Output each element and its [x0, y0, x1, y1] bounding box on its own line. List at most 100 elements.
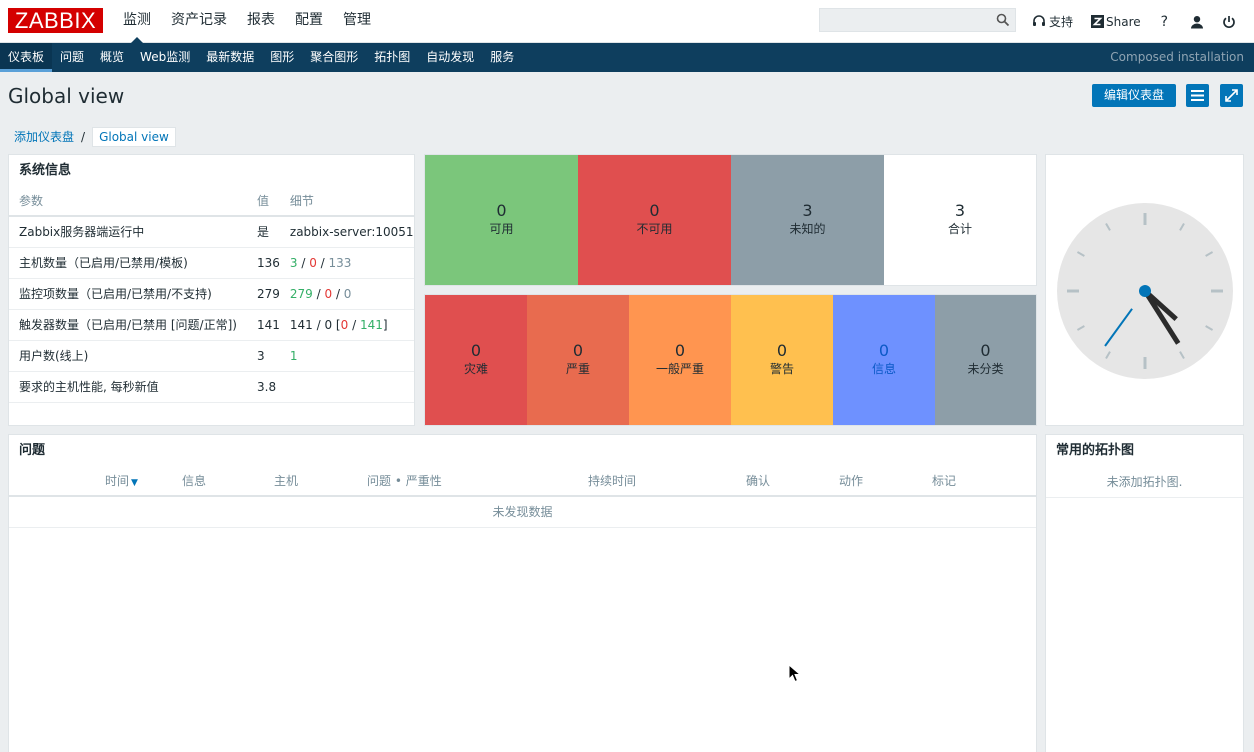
details-part: /: [348, 317, 360, 332]
param-cell: 监控项数量（已启用/已禁用/不支持): [9, 278, 247, 310]
submenu-services[interactable]: 服务: [482, 43, 522, 72]
severity-count: 0: [572, 341, 584, 360]
details-part: /: [316, 255, 329, 270]
details-part: 0: [309, 255, 317, 270]
menu-configuration[interactable]: 配置: [285, 0, 333, 43]
details-part: 141 / 0 [: [289, 317, 341, 332]
top-bar: ZABBIX 监测 资产记录 报表 配置 管理 支持 Share ?: [0, 0, 1254, 44]
col-info: 信息: [182, 466, 274, 497]
details-cell: [279, 371, 414, 403]
details-part: 279: [289, 286, 313, 301]
severity-tile[interactable]: 0 未分类: [935, 295, 1036, 425]
submenu-graphs[interactable]: 图形: [262, 43, 302, 72]
problems-empty-message: 未发现数据: [9, 497, 1036, 528]
host-availability-widget: 0 可用 0 不可用 3 未知的 3 合计: [424, 154, 1037, 286]
share-z-icon: [1091, 15, 1105, 28]
value-cell: 141: [247, 309, 280, 341]
severity-count: 0: [776, 341, 788, 360]
search-box: [819, 8, 1016, 32]
host-availability-tile[interactable]: 0 可用: [425, 155, 578, 285]
host-availability-label: 不可用: [636, 222, 673, 236]
value-cell: 136: [247, 247, 280, 279]
headset-icon: [1033, 14, 1045, 26]
dashboard-actions-button[interactable]: [1186, 84, 1209, 107]
help-link[interactable]: ?: [1161, 14, 1168, 30]
severity-count: 0: [674, 341, 686, 360]
menu-administration[interactable]: 管理: [333, 0, 381, 43]
col-time[interactable]: 时间 ▼: [105, 466, 182, 497]
col-host[interactable]: 主机: [274, 466, 367, 497]
system-info-row: 要求的主机性能, 每秒新值 3.8: [9, 371, 414, 403]
col-tags: 标记: [932, 466, 1036, 497]
breadcrumb-current[interactable]: Global view: [92, 126, 176, 147]
problems-table: 时间 ▼ 信息 主机 问题 • 严重性 持续时间 确认 动作 标记: [9, 466, 1036, 497]
user-icon: [1191, 15, 1204, 28]
host-availability-count: 0: [496, 201, 507, 220]
col-problem-severity[interactable]: 问题 • 严重性: [367, 466, 588, 497]
details-part: /: [297, 255, 310, 270]
system-info-row: 监控项数量（已启用/已禁用/不支持) 279 279 / 0 / 0: [9, 278, 414, 310]
search-icon[interactable]: [996, 13, 1010, 27]
submenu-screens[interactable]: 聚合图形: [302, 43, 366, 72]
severity-count: 0: [980, 341, 991, 360]
problems-widget: 问题 时间 ▼ 信息 主机 问题 • 严重性 持续时间 确认 动作 标记 未发现数…: [8, 434, 1037, 752]
severity-label: 信息: [871, 362, 896, 376]
details-cell: 3 / 0 / 133: [279, 247, 414, 279]
severity-tile[interactable]: 0 一般严重: [629, 295, 731, 425]
breadcrumb-dashboards-link[interactable]: 添加仪表盘: [8, 128, 80, 145]
system-info-widget: 系统信息 参数 值 细节 Zabbix服务器端运行中是 zabbix-server…: [8, 154, 415, 426]
menu-inventory[interactable]: 资产记录: [161, 0, 237, 43]
details-part: ]: [382, 317, 388, 332]
details-part: 141: [359, 317, 383, 332]
clock-widget: [1045, 154, 1244, 426]
menu-reports[interactable]: 报表: [237, 0, 285, 43]
sort-desc-icon: ▼: [131, 478, 138, 488]
host-availability-tile[interactable]: 3 未知的: [731, 155, 884, 285]
severity-tile[interactable]: 0 警告: [731, 295, 833, 425]
system-info-title: 系统信息: [19, 163, 72, 178]
details-part: 1: [289, 348, 298, 363]
installation-label: Composed installation: [1110, 50, 1244, 64]
host-availability-tile[interactable]: 3 合计: [884, 155, 1036, 285]
zabbix-logo[interactable]: ZABBIX: [8, 8, 103, 33]
system-info-row: 触发器数量（已启用/已禁用 [问题/正常]) 141 141 / 0 [0 / 14…: [9, 309, 414, 341]
param-cell: 主机数量（已启用/已禁用/模板): [9, 247, 247, 279]
edit-dashboard-button[interactable]: 编辑仪表盘: [1092, 84, 1176, 107]
severity-tile[interactable]: 0 灾难: [425, 295, 527, 425]
col-duration: 持续时间: [588, 466, 746, 497]
share-link[interactable]: Share: [1091, 15, 1141, 29]
details-cell: zabbix-server:10051: [279, 216, 414, 248]
system-info-table: 参数 值 细节 Zabbix服务器端运行中是 zabbix-server:1005…: [9, 186, 414, 403]
details-part: 0: [324, 286, 333, 301]
sign-out-link[interactable]: [1222, 15, 1236, 29]
submenu-web[interactable]: Web监测: [132, 43, 198, 72]
menu-monitoring[interactable]: 监测: [113, 0, 161, 44]
submenu-overview[interactable]: 概览: [92, 43, 132, 72]
problems-by-severity-widget: 0 灾难 0 严重 0 一般严重 0 警告 0 信息 0 未分类: [424, 294, 1037, 426]
host-availability-count: 0: [649, 201, 660, 220]
user-profile-link[interactable]: [1190, 15, 1204, 29]
submenu-problems[interactable]: 问题: [52, 43, 92, 72]
host-availability-tile[interactable]: 0 不可用: [578, 155, 731, 285]
host-availability-label: 合计: [947, 222, 972, 236]
details-part: zabbix-server:10051: [289, 224, 414, 239]
support-link[interactable]: 支持: [1032, 13, 1073, 30]
fullscreen-button[interactable]: [1220, 84, 1243, 107]
value-header: 值: [247, 186, 280, 217]
details-cell: 279 / 0 / 0: [279, 278, 414, 310]
severity-tile[interactable]: 0 严重: [527, 295, 629, 425]
system-info-row: 主机数量（已启用/已禁用/模板) 136 3 / 0 / 133: [9, 247, 414, 279]
submenu-dashboard[interactable]: 仪表板: [0, 43, 53, 72]
submenu-maps[interactable]: 拓扑图: [366, 43, 418, 72]
submenu-discovery[interactable]: 自动发现: [418, 43, 482, 72]
details-part: 133: [328, 255, 352, 270]
severity-tile[interactable]: 0 信息: [833, 295, 935, 425]
search-input[interactable]: [820, 9, 995, 31]
details-cell: 1: [279, 340, 414, 372]
problems-title: 问题: [19, 443, 46, 458]
submenu-latest-data[interactable]: 最新数据: [198, 43, 262, 72]
col-actions: 动作: [839, 466, 932, 497]
clock-face: [1057, 203, 1233, 379]
host-availability-count: 3: [802, 201, 813, 220]
host-availability-label: 未知的: [789, 222, 826, 236]
